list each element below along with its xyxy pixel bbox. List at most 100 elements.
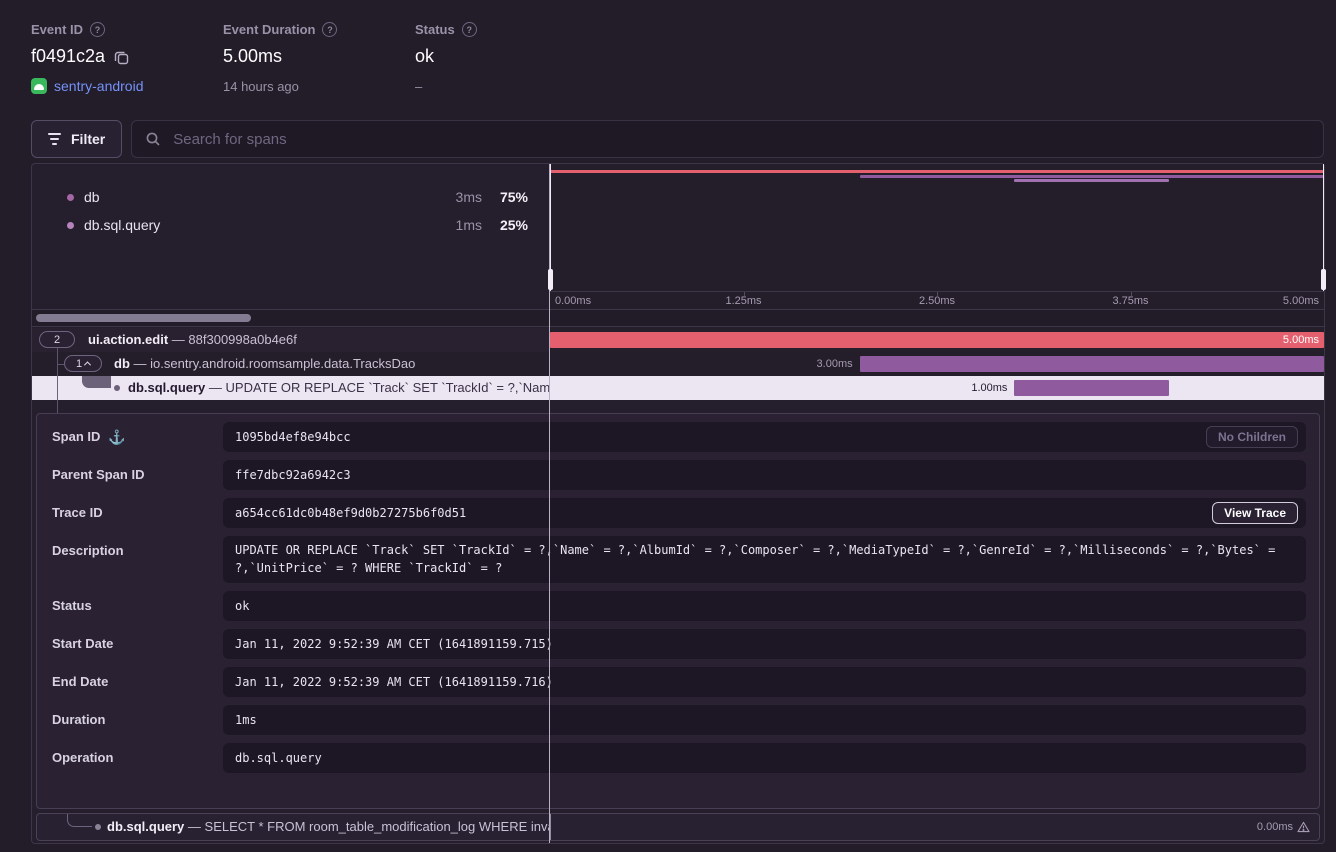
no-children-button[interactable]: No Children <box>1206 426 1298 448</box>
minimap-left-handle[interactable] <box>548 269 553 290</box>
span-duration: 1.00ms <box>971 376 1007 400</box>
detail-value-box: db.sql.query <box>223 743 1306 773</box>
trace-id-value: a654cc61dc0b48ef9d0b27275b6f0d51 <box>235 506 466 520</box>
start-date-value: Jan 11, 2022 9:52:39 AM CET (1641891159.… <box>235 637 553 651</box>
status-sub: – <box>415 79 477 94</box>
copy-icon[interactable] <box>114 49 129 64</box>
ruler-tick-label: 3.75ms <box>1112 295 1148 307</box>
ops-breakdown-legend: db 3ms 75% db.sql.query 1ms 25% <box>32 164 549 309</box>
span-duration: 0.00ms <box>1257 814 1293 840</box>
tree-timeline-divider <box>550 814 551 840</box>
detail-value-box: a654cc61dc0b48ef9d0b27275b6f0d51 View Tr… <box>223 498 1306 528</box>
horizontal-scrollbar[interactable] <box>36 314 251 322</box>
detail-label: End Date <box>52 667 108 697</box>
android-platform-icon <box>31 78 47 94</box>
detail-row-start-date: Start Date Jan 11, 2022 9:52:39 AM CET (… <box>37 629 1319 659</box>
status-value-detail: ok <box>235 599 249 613</box>
duration-value: 1ms <box>235 713 257 727</box>
leaf-dot-icon <box>114 385 120 391</box>
leaf-dot-icon <box>95 824 101 830</box>
ruler-tick-label: 5.00ms <box>1283 295 1319 307</box>
detail-row-parent-span-id: Parent Span ID ffe7dbc92a6942c3 <box>37 460 1319 490</box>
detail-value-box: Jan 11, 2022 9:52:39 AM CET (1641891159.… <box>223 667 1306 697</box>
event-duration-label: Event Duration <box>223 22 315 37</box>
span-row-ui-action-edit[interactable]: 2 ui.action.edit — 88f300998a0b4e6f 5.00… <box>32 328 1324 352</box>
chevron-up-icon <box>84 361 91 368</box>
span-op: db.sql.query <box>107 819 184 834</box>
span-id-value: 1095bd4ef8e94bcc <box>235 430 351 444</box>
detail-value-box: ffe7dbc92a6942c3 <box>223 460 1306 490</box>
detail-label: Span ID <box>52 422 100 452</box>
legend-row-db[interactable]: db 3ms 75% <box>32 183 549 211</box>
minimap-span-ui-action-edit <box>550 170 1324 173</box>
span-row-select-query[interactable]: db.sql.query — SELECT * FROM room_table_… <box>36 813 1320 841</box>
help-icon[interactable]: ? <box>90 22 105 37</box>
horizontal-scroll-strip <box>32 309 1324 327</box>
span-description: SELECT * FROM room_table_modification_lo… <box>205 819 550 834</box>
span-description: io.sentry.android.roomsample.data.Tracks… <box>150 356 415 371</box>
span-duration: 5.00ms <box>1283 328 1319 352</box>
filter-button[interactable]: Filter <box>31 120 122 158</box>
time-ruler: 0.00ms 1.25ms 2.50ms 3.75ms 5.00ms <box>550 291 1324 309</box>
event-id-value: f0491c2a <box>31 46 105 67</box>
span-bar[interactable] <box>860 356 1324 372</box>
project-link[interactable]: sentry-android <box>31 78 223 94</box>
filter-icon <box>48 133 61 145</box>
span-op: ui.action.edit <box>88 332 168 347</box>
anchor-icon[interactable]: ⚓ <box>108 422 125 452</box>
spans-toolbar: Filter <box>31 120 1324 158</box>
trace-minimap[interactable] <box>550 164 1324 291</box>
detail-label: Operation <box>52 743 113 773</box>
detail-row-end-date: End Date Jan 11, 2022 9:52:39 AM CET (16… <box>37 667 1319 697</box>
minimap-right-handle[interactable] <box>1321 269 1326 290</box>
help-icon[interactable]: ? <box>322 22 337 37</box>
legend-op-name: db.sql.query <box>84 217 426 233</box>
legend-op-duration: 3ms <box>426 189 482 205</box>
span-op: db.sql.query <box>128 380 205 395</box>
parent-span-id-value: ffe7dbc92a6942c3 <box>235 468 351 482</box>
trace-detail-page: { "icons": { "help_glyph": "?", "anchor_… <box>0 0 1336 852</box>
span-row-db-sql-query-selected[interactable]: db.sql.query — UPDATE OR REPLACE `Track`… <box>32 376 1324 400</box>
children-count-badge-expanded[interactable]: 1 <box>64 355 102 372</box>
detail-row-description: Description UPDATE OR REPLACE `Track` SE… <box>37 536 1319 583</box>
ruler-tick-label: 2.50ms <box>919 295 955 307</box>
operation-value: db.sql.query <box>235 751 322 765</box>
detail-row-duration: Duration 1ms <box>37 705 1319 735</box>
span-bar[interactable] <box>550 332 1324 348</box>
ruler-tick-label: 1.25ms <box>725 295 761 307</box>
detail-value-box: UPDATE OR REPLACE `Track` SET `TrackId` … <box>223 536 1306 583</box>
legend-row-db-sql-query[interactable]: db.sql.query 1ms 25% <box>32 211 549 239</box>
status-column: Status ? ok – <box>415 22 477 94</box>
status-label: Status <box>415 22 455 37</box>
detail-row-status: Status ok <box>37 591 1319 621</box>
search-input[interactable] <box>171 130 1310 149</box>
span-bar[interactable] <box>1014 380 1169 396</box>
span-tree: 2 ui.action.edit — 88f300998a0b4e6f 5.00… <box>32 328 1324 400</box>
view-trace-button[interactable]: View Trace <box>1212 502 1298 524</box>
help-icon[interactable]: ? <box>462 22 477 37</box>
event-id-label: Event ID <box>31 22 83 37</box>
status-value: ok <box>415 46 434 67</box>
legend-op-duration: 1ms <box>426 217 482 233</box>
detail-label: Status <box>52 591 92 621</box>
detail-value-box: ok <box>223 591 1306 621</box>
project-name: sentry-android <box>54 78 144 94</box>
trace-view-panel: db 3ms 75% db.sql.query 1ms 25% 0.00ms 1… <box>31 163 1325 844</box>
span-description: UPDATE OR REPLACE `Track` SET `TrackId` … <box>226 380 549 395</box>
detail-label: Start Date <box>52 629 113 659</box>
minimap-span-db-sql-query <box>1014 179 1169 182</box>
op-color-dot <box>67 194 74 201</box>
op-color-dot <box>67 222 74 229</box>
span-duration: 3.00ms <box>817 352 853 376</box>
detail-row-trace-id: Trace ID a654cc61dc0b48ef9d0b27275b6f0d5… <box>37 498 1319 528</box>
detail-label: Parent Span ID <box>52 460 144 490</box>
event-time-ago: 14 hours ago <box>223 79 415 94</box>
span-row-db[interactable]: 1 db — io.sentry.android.roomsample.data… <box>32 352 1324 376</box>
detail-value-box: 1095bd4ef8e94bcc No Children <box>223 422 1306 452</box>
span-description: 88f300998a0b4e6f <box>188 332 296 347</box>
legend-op-name: db <box>84 189 426 205</box>
event-id-label-row: Event ID ? <box>31 22 223 37</box>
tree-connector-line <box>57 400 58 413</box>
children-count-badge[interactable]: 2 <box>39 331 75 348</box>
span-search-box[interactable] <box>131 120 1324 158</box>
